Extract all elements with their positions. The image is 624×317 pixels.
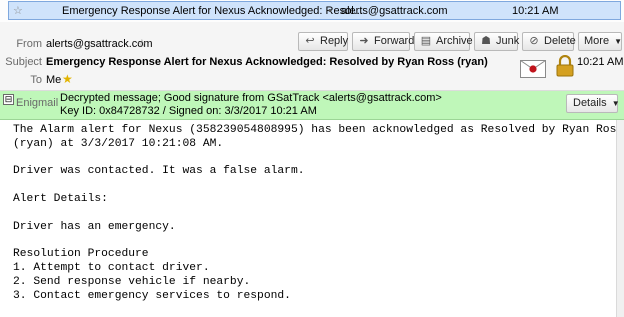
junk-icon: ☗ [481, 35, 491, 47]
star-icon[interactable]: ☆ [137, 37, 147, 50]
forward-icon: ➜ [359, 35, 369, 47]
archive-label: Archive [436, 35, 473, 47]
message-header: From alerts@gsattrack.com ☆ Subject Emer… [0, 22, 624, 91]
message-body: The Alarm alert for Nexus (3582390548089… [0, 120, 616, 317]
reply-label: Reply [320, 35, 349, 47]
enigmail-status-line: Decrypted message; Good signature from G… [60, 92, 442, 104]
delete-icon: ⊘ [529, 35, 539, 47]
archive-button[interactable]: ▤ Archive [414, 32, 473, 51]
star-icon[interactable]: ★ [62, 72, 73, 86]
junk-label: Junk [496, 35, 520, 47]
enigmail-key-line: Key ID: 0x84728732 / Signed on: 3/3/2017… [60, 105, 317, 117]
message-sender: alerts@gsattrack.com [341, 5, 448, 17]
message-time: 10:21 AM [512, 5, 559, 17]
details-label: Details [573, 97, 607, 109]
subject-value: Emergency Response Alert for Nexus Ackno… [46, 56, 488, 68]
to-label: To [30, 74, 42, 86]
details-button[interactable]: Details ▼ [566, 94, 620, 113]
dropdown-arrow-icon: ▼ [611, 99, 620, 108]
more-button[interactable]: More ▼ [578, 32, 622, 51]
subject-label: Subject [5, 56, 42, 68]
delete-label: Delete [544, 35, 576, 47]
delete-button[interactable]: ⊘ Delete [522, 32, 576, 51]
message-bullet: • [328, 5, 332, 17]
enigmail-label: Enigmail [16, 97, 59, 109]
envelope-icon[interactable] [520, 60, 546, 78]
archive-icon: ▤ [420, 35, 432, 47]
message-subject: Emergency Response Alert for Nexus Ackno… [62, 5, 363, 17]
body-scrollbar[interactable] [616, 120, 624, 317]
lock-icon[interactable] [556, 55, 574, 77]
enigmail-bar: ⊟ Enigmail Decrypted message; Good signa… [0, 91, 624, 120]
dropdown-arrow-icon: ▼ [614, 37, 623, 46]
header-time: 10:21 AM [577, 56, 624, 68]
reply-button[interactable]: ↩ Reply [298, 32, 348, 51]
from-label: From [16, 38, 42, 50]
junk-button[interactable]: ☗ Junk [474, 32, 520, 51]
expand-toggle-icon[interactable]: ⊟ [3, 94, 14, 105]
more-label: More [584, 35, 610, 47]
message-list-row[interactable]: ☆ Emergency Response Alert for Nexus Ack… [0, 0, 624, 23]
forward-label: Forward [374, 35, 415, 47]
to-value[interactable]: Me [46, 74, 61, 86]
message-body-text: The Alarm alert for Nexus (3582390548089… [13, 124, 616, 302]
forward-button[interactable]: ➜ Forward [352, 32, 414, 51]
reply-icon: ↩ [305, 35, 315, 47]
star-icon[interactable]: ☆ [13, 4, 23, 17]
